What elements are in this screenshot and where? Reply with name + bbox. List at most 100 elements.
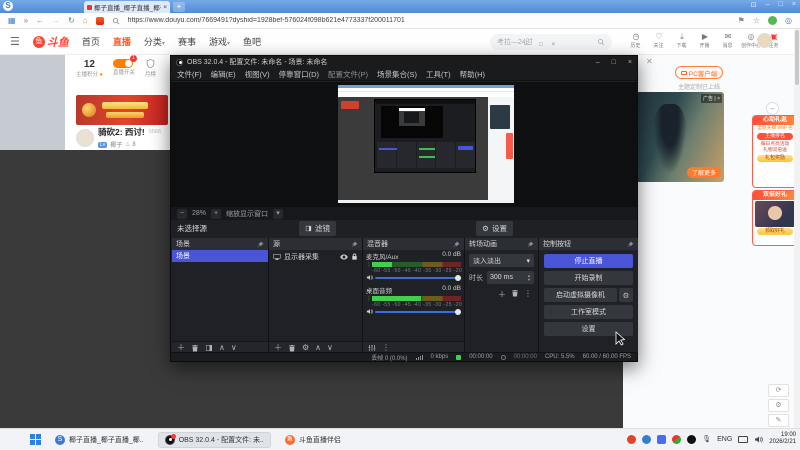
page-scrollbar[interactable] (794, 29, 800, 428)
collapse-button[interactable]: – (766, 102, 779, 115)
visibility-eye-icon[interactable] (340, 253, 348, 261)
browser-close-button[interactable]: × (792, 1, 796, 9)
browser-tab[interactable]: 椰子直播_椰子直播_椰子游.. × (84, 1, 170, 13)
nav-item-esports[interactable]: 赛事 (178, 35, 196, 48)
start-button[interactable] (30, 434, 41, 445)
tray-security-icon[interactable] (672, 434, 682, 444)
obs-close-button[interactable]: × (628, 59, 632, 66)
virtual-camera-settings-button[interactable]: ⚙ (619, 288, 633, 302)
home-icon[interactable]: ⌂ (83, 16, 88, 25)
nav-item-games[interactable]: 游戏▾ (209, 35, 230, 48)
bookmark-star-icon[interactable]: ☆ (753, 16, 760, 25)
pc-client-button[interactable]: PC客户端 (675, 66, 723, 79)
obs-minimize-button[interactable]: – (596, 59, 600, 66)
taskbar-app-browser[interactable]: S 椰子直播_椰子直播_椰.. (49, 433, 150, 447)
start-recording-button[interactable]: 开始录制 (544, 271, 633, 285)
speaker-icon[interactable] (366, 274, 373, 281)
quick-link-golive[interactable]: ▶ 开播 (697, 32, 713, 49)
browser-maximize-button[interactable]: □ (779, 1, 783, 9)
extensions-chevron-icon[interactable]: » (24, 16, 28, 25)
service-button[interactable]: ⚙ (768, 399, 789, 412)
quick-link-history[interactable]: ◷ 历史 (628, 32, 644, 49)
display-capture-preview[interactable] (338, 85, 514, 203)
menu-help[interactable]: 帮助(H) (460, 69, 485, 80)
scrollbar-thumb[interactable] (795, 30, 799, 85)
flag-icon[interactable]: ⚑ (738, 16, 745, 25)
tray-app-icon[interactable] (657, 434, 667, 444)
add-transition-button[interactable]: ＋ (498, 289, 506, 300)
zoom-in-button[interactable]: + (211, 208, 222, 219)
quick-link-download[interactable]: ⤓ 下载 (674, 32, 690, 49)
extension-icon[interactable] (95, 16, 104, 25)
nav-item-live[interactable]: 直播 (113, 35, 131, 48)
nav-item-yuba[interactable]: 鱼吧 (243, 35, 261, 48)
source-properties-button[interactable]: ⚙ 设置 (476, 221, 513, 236)
mic-volume-slider[interactable] (375, 274, 461, 281)
duration-spinbox[interactable]: 300 ms ▲ ▼ (487, 271, 534, 284)
promo-banner[interactable] (76, 95, 168, 125)
source-item[interactable]: 显示器采集 (269, 250, 362, 263)
proxy-icon[interactable] (768, 16, 778, 25)
speaker-icon[interactable] (366, 308, 373, 315)
menu-profile[interactable]: 配置文件(P) (328, 69, 368, 80)
maximize-icon[interactable]: □ (539, 42, 543, 48)
transition-select[interactable]: 淡入淡出 ▾ (469, 254, 534, 267)
history-refresh-button[interactable]: ⟳ (768, 384, 789, 397)
pin-icon[interactable] (351, 241, 358, 248)
back-icon[interactable]: ← (36, 16, 44, 25)
menu-view[interactable]: 视图(V) (245, 69, 270, 80)
nav-item-home[interactable]: 首页 (82, 35, 100, 48)
move-source-down-button[interactable]: ∨ (327, 343, 333, 352)
tray-douyu-icon[interactable] (627, 434, 637, 444)
browser-layout-icon[interactable]: ⊡ (751, 1, 757, 9)
channel-menu-icon[interactable]: ⋮ (366, 261, 372, 268)
remove-source-button[interactable] (288, 344, 296, 352)
hamburger-icon[interactable]: ☰ (10, 35, 20, 48)
close-icon[interactable]: ✕ (646, 57, 653, 66)
move-source-up-button[interactable]: ∧ (315, 343, 321, 352)
refresh-icon[interactable]: ↻ (68, 16, 75, 25)
feedback-button[interactable]: ✎ (768, 414, 789, 427)
zoom-out-button[interactable]: − (177, 208, 187, 219)
quick-link-follow[interactable]: ♡ 关注 (651, 32, 667, 49)
obs-titlebar[interactable]: OBS 32.0.4 - 配置文件: 未命名 - 场景: 未命名 – □ × (171, 56, 637, 68)
forward-icon[interactable]: → (52, 16, 60, 25)
move-scene-down-button[interactable]: ∨ (231, 343, 237, 352)
source-filters-button[interactable]: 滤镜 (299, 221, 336, 236)
tray-sogou-icon[interactable] (642, 434, 652, 444)
pin-icon[interactable] (453, 241, 460, 248)
quick-link-messages[interactable]: ✉ 消息 (720, 32, 736, 49)
obs-maximize-button[interactable]: □ (612, 59, 616, 66)
taskbar-app-douyu-companion[interactable]: 鱼 斗鱼直播伴侣 (279, 433, 347, 447)
live-switch[interactable]: 1 直播开关 (112, 55, 137, 76)
search-icon[interactable] (597, 38, 605, 46)
studio-mode-button[interactable]: 工作室模式 (544, 305, 633, 319)
pin-icon[interactable] (257, 241, 264, 248)
live-toggle[interactable]: 1 (112, 55, 137, 68)
pin-icon[interactable] (527, 241, 534, 248)
mixer-menu-icon[interactable]: ⋮ (382, 343, 390, 352)
menu-scene-collection[interactable]: 场景集合(S) (377, 69, 417, 80)
douyu-logo[interactable]: 鱼 斗鱼 (32, 34, 69, 50)
volume-icon[interactable] (754, 435, 763, 444)
tab-close-icon[interactable]: × (163, 4, 167, 11)
target-icon[interactable]: ◎ (785, 16, 792, 25)
mixer-settings-icon[interactable] (368, 344, 376, 352)
microphone-icon[interactable]: 🎙︎ (702, 435, 711, 443)
transition-menu-icon[interactable]: ⋮ (524, 289, 532, 300)
new-tab-button[interactable]: + (173, 2, 185, 12)
display-icon[interactable] (738, 435, 749, 443)
promo-card-rebate[interactable]: 心动礼返 全站天梯 999+名 主播排名 每日点亮活动 礼物双倍送 礼包奖励 (752, 115, 798, 188)
user-avatar[interactable] (757, 33, 772, 48)
minimize-icon[interactable]: — (524, 42, 530, 48)
virtual-camera-button[interactable]: 启动虚拟摄像机 (544, 288, 617, 302)
menu-file[interactable]: 文件(F) (177, 69, 202, 80)
monthly-rank[interactable]: 月榜 (145, 59, 156, 78)
desktop-volume-slider[interactable] (375, 308, 461, 315)
lock-icon[interactable] (351, 253, 358, 260)
remove-scene-button[interactable] (191, 344, 199, 352)
channel-menu-icon[interactable]: ⋮ (366, 295, 372, 302)
zoom-dropdown-icon[interactable]: ▾ (273, 208, 284, 219)
nav-item-category[interactable]: 分类▾ (144, 35, 165, 48)
zoom-fit-label[interactable]: 缩放显示窗口 (226, 209, 268, 219)
